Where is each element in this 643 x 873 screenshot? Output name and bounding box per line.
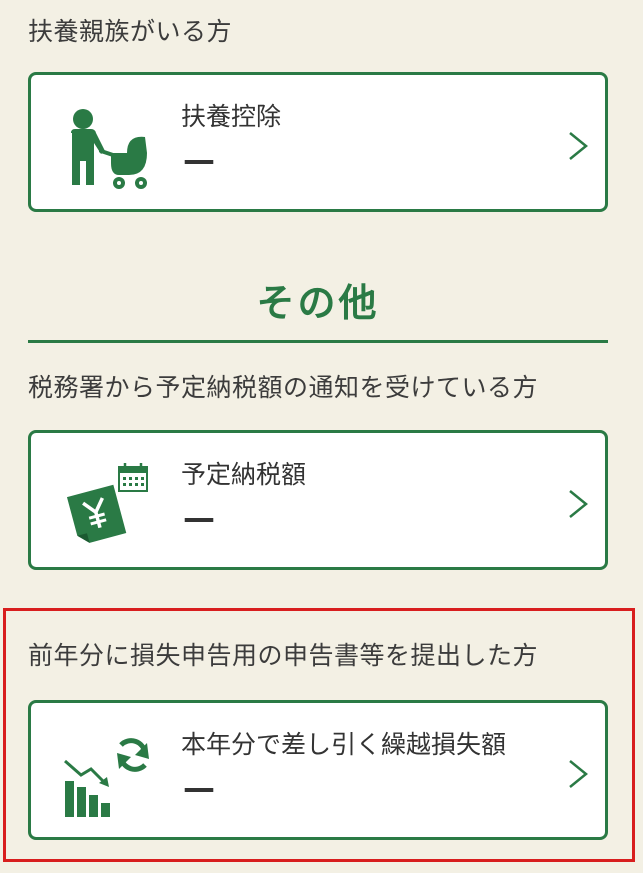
heading-divider xyxy=(28,340,608,343)
estimated-tax-title: 予定納税額 xyxy=(181,460,307,489)
estimated-tax-value: — xyxy=(183,499,215,537)
section-label-loss-carryforward: 前年分に損失申告用の申告書等を提出した方 xyxy=(28,641,539,670)
person-with-stroller-icon xyxy=(71,109,147,189)
dependent-deduction-title: 扶養控除 xyxy=(181,102,282,131)
dependent-deduction-card[interactable]: 扶養控除 — xyxy=(28,72,608,212)
section-label-dependents: 扶養親族がいる方 xyxy=(28,17,233,46)
chevron-right-icon xyxy=(569,490,588,518)
chevron-right-icon xyxy=(569,132,588,160)
chevron-right-icon xyxy=(569,760,588,788)
loss-carryforward-value: — xyxy=(183,769,215,807)
section-heading-other: その他 xyxy=(256,281,380,325)
section-label-tax-office-notice: 税務署から予定納税額の通知を受けている方 xyxy=(28,373,539,402)
estimated-tax-card[interactable]: 予定納税額 — xyxy=(28,430,608,570)
dependent-deduction-value: — xyxy=(183,141,215,179)
loss-carryforward-card[interactable]: 本年分で差し引く繰越損失額 — xyxy=(28,700,608,840)
yen-document-calendar-icon xyxy=(66,463,148,543)
loss-carryforward-title: 本年分で差し引く繰越損失額 xyxy=(181,730,507,759)
declining-chart-refresh-icon xyxy=(64,738,149,817)
